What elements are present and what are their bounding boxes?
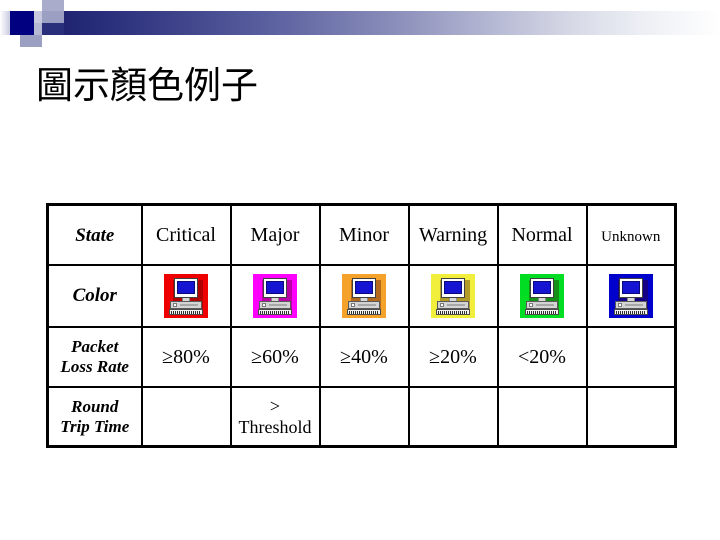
row-label-state-text: State <box>75 224 115 246</box>
icon-base-line <box>358 304 376 306</box>
header-label-major: Major <box>250 223 300 246</box>
header-cell-normal: Normal <box>496 203 588 266</box>
rtt-major-line2: Threshold <box>238 416 312 437</box>
plr-cell-minor: ≥40% <box>318 326 410 388</box>
icon-drive-slot <box>262 303 266 307</box>
icon-keyboard-keys <box>260 311 290 314</box>
icon-keyboard-keys <box>438 311 468 314</box>
color-cell-minor <box>318 264 410 328</box>
plr-cell-major: ≥60% <box>229 326 321 388</box>
row-label-round-trip-time-line2: Trip Time <box>60 416 130 436</box>
computer-icon <box>253 274 297 318</box>
row-label-packet-loss-rate: Packet Loss Rate <box>46 326 143 388</box>
header-cell-minor: Minor <box>318 203 410 266</box>
banner-square-dark-1 <box>42 23 64 35</box>
row-label-state: State <box>46 203 143 266</box>
icon-base-line <box>269 304 287 306</box>
icon-drive-slot <box>617 303 622 307</box>
icon-monitor-screen <box>177 281 195 294</box>
row-label-packet-loss-rate-line2: Loss Rate <box>60 357 129 376</box>
icon-base-line <box>180 304 198 306</box>
rtt-cell-normal <box>496 386 588 448</box>
row-label-round-trip-time-line1: Round <box>71 396 119 416</box>
icon-keyboard-keys <box>527 311 557 314</box>
header-label-normal: Normal <box>511 223 573 246</box>
banner-square-accent <box>10 11 34 35</box>
plr-cell-unknown <box>585 326 677 388</box>
icon-base-line <box>536 304 554 306</box>
icon-monitor-screen <box>266 281 284 294</box>
banner-square-light-1 <box>42 0 64 11</box>
row-label-color-text: Color <box>72 285 117 306</box>
icon-monitor-screen <box>355 281 373 294</box>
icon-base-line <box>447 304 465 306</box>
color-cell-normal <box>496 264 588 328</box>
rtt-cell-major: > Threshold <box>229 386 321 448</box>
header-label-critical: Critical <box>156 223 216 246</box>
table-row-packet-loss-rate: Packet Loss Rate ≥80% ≥60% ≥40% ≥20% <20… <box>46 326 677 388</box>
icon-keyboard-keys <box>171 311 201 314</box>
icon-keyboard-keys <box>615 311 646 314</box>
header-cell-critical: Critical <box>140 203 232 266</box>
plr-cell-normal: <20% <box>496 326 588 388</box>
color-cell-major <box>229 264 321 328</box>
row-label-color: Color <box>46 264 143 328</box>
computer-icon <box>342 274 386 318</box>
color-cell-critical <box>140 264 232 328</box>
banner-square-white <box>34 0 42 11</box>
rtt-cell-unknown <box>585 386 677 448</box>
icon-keyboard-keys <box>349 311 379 314</box>
table-row-round-trip-time: Round Trip Time > Threshold <box>46 386 677 448</box>
banner-square-light-2 <box>34 11 42 23</box>
header-label-unknown: Unknown <box>601 228 661 245</box>
icon-base-line <box>624 304 643 306</box>
banner-square-mid-1 <box>42 11 64 23</box>
computer-icon <box>164 274 208 318</box>
row-label-round-trip-time: Round Trip Time <box>46 386 143 448</box>
rtt-major-line1: > <box>269 395 281 416</box>
header-cell-warning: Warning <box>407 203 499 266</box>
computer-icon <box>608 274 653 318</box>
header-label-warning: Warning <box>418 223 488 246</box>
banner-square-mid-2 <box>20 35 42 47</box>
icon-monitor-screen <box>533 281 551 294</box>
computer-icon <box>520 274 564 318</box>
table-row-color: Color <box>46 264 677 328</box>
icon-monitor-screen <box>444 281 462 294</box>
color-cell-warning <box>407 264 499 328</box>
legend-table: State Critical Major Minor Warning Norma… <box>46 203 677 448</box>
rtt-cell-warning <box>407 386 499 448</box>
rtt-cell-critical <box>140 386 232 448</box>
icon-drive-slot <box>529 303 533 307</box>
header-cell-unknown: Unknown <box>585 203 677 266</box>
table-row-state: State Critical Major Minor Warning Norma… <box>46 203 677 266</box>
plr-cell-warning: ≥20% <box>407 326 499 388</box>
computer-icon <box>431 274 475 318</box>
row-label-packet-loss-rate-line1: Packet <box>71 337 119 356</box>
page-title: 圖示顏色例子 <box>36 66 258 107</box>
icon-monitor-screen <box>621 281 640 294</box>
plr-cell-critical: ≥80% <box>140 326 232 388</box>
legend-table-container: State Critical Major Minor Warning Norma… <box>46 203 677 448</box>
banner-square-fade <box>0 11 10 35</box>
rtt-cell-minor <box>318 386 410 448</box>
header-label-minor: Minor <box>339 223 389 246</box>
icon-drive-slot <box>351 303 355 307</box>
banner-gradient-bar <box>42 11 720 35</box>
icon-drive-slot <box>173 303 177 307</box>
banner-square-light-3 <box>34 23 42 35</box>
slide-banner <box>0 0 720 47</box>
color-cell-unknown <box>585 264 677 328</box>
header-cell-major: Major <box>229 203 321 266</box>
icon-drive-slot <box>440 303 444 307</box>
